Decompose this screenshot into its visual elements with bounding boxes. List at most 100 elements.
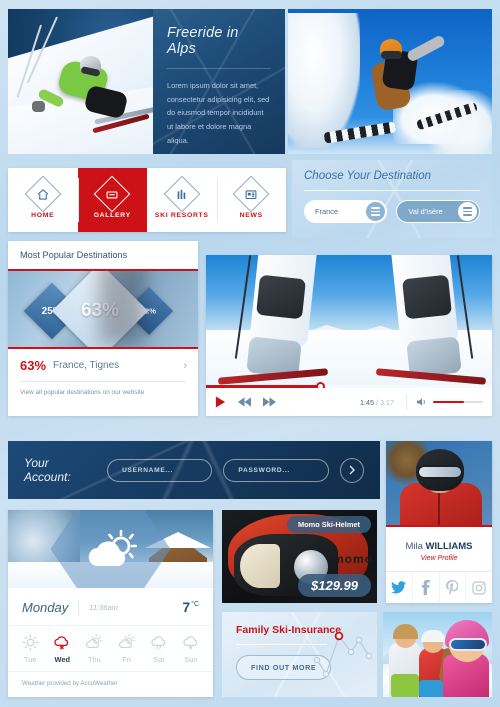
rain-cloud-icon (151, 636, 165, 650)
forecast-day-tue[interactable]: Tue (14, 634, 46, 664)
weather-current-row: Monday 11:36am 7°C (8, 588, 213, 626)
news-icon (245, 189, 257, 199)
weather-forecast-row: Tue Wed Thu Fri Sat Sun (8, 626, 213, 672)
video-total-time: 3:17 (380, 397, 394, 407)
resort-select-value: Val d'Isère (408, 207, 443, 216)
percent-value-2: 63% (80, 300, 120, 321)
forecast-day-fri[interactable]: Fri (111, 634, 143, 664)
person-2-cap (421, 630, 445, 642)
home-diamond (24, 175, 62, 213)
facebook-icon (422, 580, 430, 595)
percent-diamond-2[interactable]: 63% (51, 271, 149, 347)
volume-control[interactable] (406, 394, 483, 410)
profile-name: Mila WILLIAMS (386, 527, 492, 552)
video-frame[interactable] (206, 255, 492, 388)
social-links (386, 571, 492, 603)
person-3-goggles (449, 638, 487, 651)
product-price-badge: $129.99 (298, 574, 371, 597)
account-login-bar: Your Account: USERNAME... PASSWORD... (8, 441, 380, 499)
volume-icon (417, 398, 425, 406)
destination-panel: Choose Your Destination France Val d'Isè… (292, 160, 492, 238)
hero-title: Freeride in Alps (167, 25, 239, 57)
social-facebook[interactable] (411, 572, 439, 603)
nav-label-home: HOME (31, 212, 55, 219)
username-input[interactable]: USERNAME... (107, 458, 213, 482)
nav-item-gallery[interactable]: GALLERY (77, 168, 147, 232)
gallery-icon (106, 190, 118, 198)
weather-divider (78, 599, 80, 615)
nav-item-home[interactable]: HOME (8, 168, 78, 232)
hero-left-image (8, 9, 153, 154)
snowboarder-goggles (381, 51, 402, 59)
forecast-label-fri: Fri (122, 655, 131, 664)
news-diamond (232, 175, 270, 213)
partly-cloudy-icon (88, 530, 137, 567)
destination-divider (304, 190, 480, 191)
social-pinterest[interactable] (438, 572, 466, 603)
hero-divider (167, 68, 271, 69)
video-controls-bar: 1:45 / 3:17 (206, 388, 492, 416)
popular-footer-link[interactable]: View all popular destinations on our web… (20, 381, 186, 396)
video-progress-fill (206, 385, 321, 388)
product-card[interactable]: momo Momo Ski-Helmet $129.99 (222, 510, 377, 603)
destination-title: Choose Your Destination (304, 170, 432, 182)
snowboarder-arm (405, 34, 447, 63)
nav-label-ski-resorts: SKI RESORTS (154, 212, 209, 219)
forecast-day-thu[interactable]: Thu (78, 634, 110, 664)
chevron-right-icon[interactable]: › (183, 360, 187, 372)
popular-stat-row[interactable]: 63% France, Tignes › (8, 349, 198, 373)
video-time-separator: / (376, 397, 378, 407)
country-select[interactable]: France (304, 200, 388, 223)
country-select-value: France (315, 207, 339, 216)
forecast-day-sat[interactable]: Sat (143, 634, 175, 664)
menu-icon (366, 202, 386, 221)
account-submit-button[interactable] (339, 457, 365, 483)
forecast-label-sat: Sat (153, 655, 165, 664)
home-icon (37, 188, 48, 199)
person-1-hair (393, 624, 418, 639)
helmet-padding (240, 544, 280, 588)
ski-website-page: Freeride in Alps Lorem ipsum dolor sit a… (0, 0, 500, 707)
volume-track[interactable] (433, 400, 483, 404)
social-twitter[interactable] (386, 572, 412, 603)
weather-temp-value: 7 (182, 599, 191, 615)
popular-chart-band: 25% 12% 63% (8, 269, 198, 349)
forecast-day-wed[interactable]: Wed (46, 634, 78, 664)
resorts-icon (177, 189, 185, 199)
snow-cloud-icon (183, 636, 198, 650)
hero-section: Freeride in Alps Lorem ipsum dolor sit a… (0, 0, 500, 160)
view-profile-link[interactable]: View Profile (386, 555, 492, 562)
video-player: 1:45 / 3:17 (206, 255, 492, 416)
social-instagram[interactable] (465, 572, 492, 603)
weather-temp-unit: °C (191, 601, 199, 609)
family-photo-card (383, 612, 492, 697)
video-progress-handle[interactable] (316, 382, 326, 388)
fast-forward-button[interactable] (263, 397, 276, 407)
skier-glove (32, 101, 45, 112)
nav-item-news[interactable]: NEWS (216, 168, 287, 232)
video-current-time: 1:45 (360, 397, 374, 407)
percent-diamond-3[interactable]: 12% (124, 286, 174, 336)
partly-cloudy-icon (86, 634, 103, 649)
rewind-button[interactable] (238, 397, 251, 407)
rewind-icon (238, 397, 251, 407)
sun-icon (22, 634, 39, 651)
video-progress-track[interactable] (206, 382, 492, 388)
weather-credit: Weather provided by AccuWeather (22, 680, 118, 687)
play-icon (215, 396, 226, 408)
gallery-diamond (93, 175, 131, 213)
forecast-day-sun[interactable]: Sun (175, 634, 207, 664)
weather-photo (8, 510, 213, 588)
password-input[interactable]: PASSWORD... (223, 458, 329, 482)
profile-last-name: WILLIAMS (425, 541, 473, 552)
popular-title: Most Popular Destinations (20, 250, 128, 260)
profile-photo (386, 441, 492, 527)
nav-item-ski-resorts[interactable]: SKI RESORTS (147, 168, 217, 232)
resort-select[interactable]: Val d'Isère (396, 200, 480, 223)
snow-cloud-icon (54, 636, 69, 650)
forecast-label-sun: Sun (184, 655, 198, 664)
play-button[interactable] (215, 396, 226, 408)
weather-time: 11:36am (89, 602, 118, 612)
twitter-icon (391, 581, 407, 594)
boot-cuff-right (402, 274, 452, 320)
